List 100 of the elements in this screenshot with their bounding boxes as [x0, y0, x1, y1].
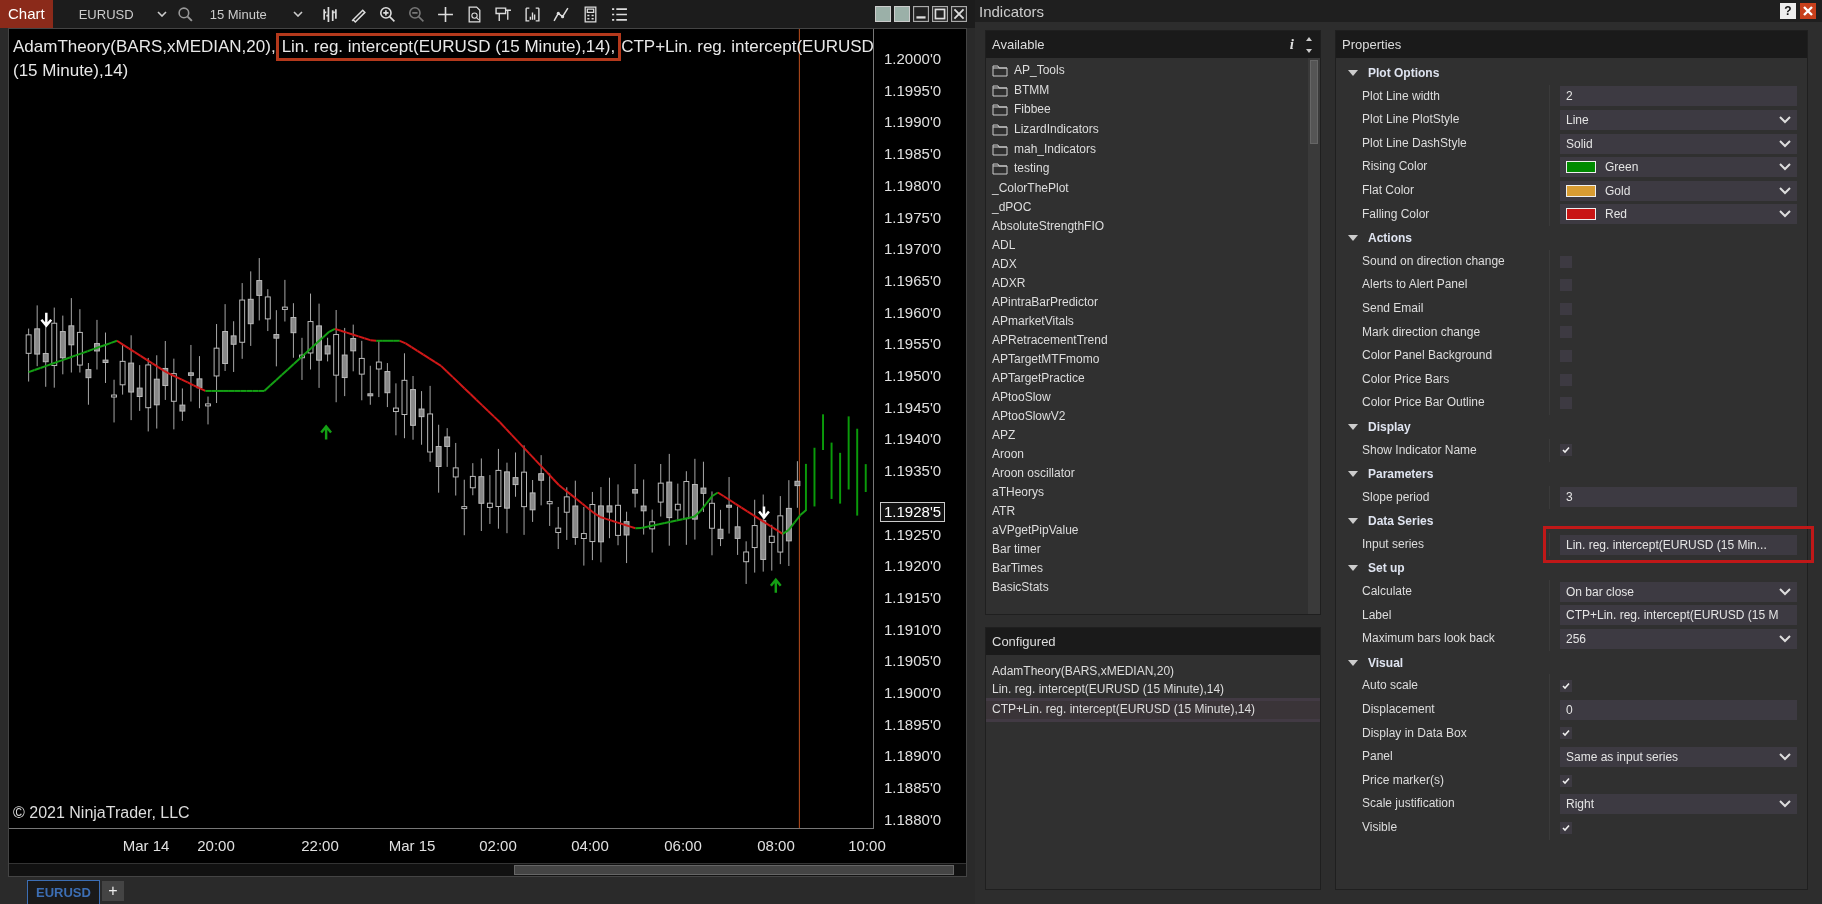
collapse-triangle-icon[interactable]: [1348, 69, 1358, 76]
scrollbar-thumb[interactable]: [1310, 60, 1318, 144]
color-dropdown[interactable]: Red: [1560, 204, 1797, 225]
panel-icon[interactable]: [494, 5, 512, 23]
collapse-triangle-icon[interactable]: [1348, 659, 1358, 666]
checkbox[interactable]: [1560, 774, 1572, 787]
instrument-dropdown[interactable]: EURUSD: [72, 3, 173, 25]
price-label: 1.1880'0: [884, 810, 942, 829]
indicator-item[interactable]: APintraBarPredictor: [992, 292, 1308, 312]
up-arrow-icon: [320, 424, 333, 441]
indicator-item[interactable]: BasicStats: [992, 577, 1308, 597]
folder-item[interactable]: testing: [992, 158, 1308, 179]
dropdown[interactable]: Line: [1560, 110, 1797, 130]
collapse-triangle-icon[interactable]: [1348, 423, 1358, 430]
collapse-triangle-icon[interactable]: [1348, 565, 1358, 572]
list-icon[interactable]: [610, 5, 628, 23]
horizontal-scrollbar[interactable]: [9, 863, 966, 876]
zoom-in-icon[interactable]: [378, 5, 396, 23]
collapse-triangle-icon[interactable]: [1348, 470, 1358, 477]
zoom-out-icon[interactable]: [407, 5, 425, 23]
configured-item[interactable]: AdamTheory(BARS,xMEDIAN,20): [986, 663, 1320, 681]
bar-chart-icon[interactable]: [320, 5, 338, 23]
price-label: 1.1915'0: [884, 588, 942, 607]
dropdown[interactable]: 256: [1560, 629, 1797, 650]
input-field[interactable]: CTP+Lin. reg. intercept(EURUSD (15 M: [1560, 605, 1797, 626]
property-label: Flat Color: [1336, 178, 1550, 203]
maximize-icon[interactable]: [932, 6, 948, 22]
interval-dropdown[interactable]: 15 Minute: [203, 3, 309, 25]
property-label: Calculate: [1336, 580, 1550, 604]
caret-icon: [156, 11, 167, 17]
folder-item[interactable]: Fibbee: [992, 100, 1308, 120]
checkbox[interactable]: [1560, 680, 1572, 693]
search-icon[interactable]: [176, 5, 194, 23]
indicator-item[interactable]: APmarketVitals: [992, 311, 1308, 331]
indicator-item[interactable]: APtooSlowV2: [992, 406, 1308, 426]
indicator-item[interactable]: ADXR: [992, 273, 1308, 293]
info-icon[interactable]: i: [1289, 36, 1294, 53]
property-label: Visible: [1336, 816, 1550, 840]
indicator-item[interactable]: aVPgetPipValue: [992, 520, 1308, 540]
indicator-icon[interactable]: [523, 5, 541, 23]
chevron-icon: [1779, 587, 1791, 596]
scrollbar-thumb[interactable]: [514, 865, 954, 875]
folder-item[interactable]: AP_Tools: [992, 61, 1308, 81]
vertical-scrollbar[interactable]: [1308, 58, 1320, 614]
indicator-item[interactable]: APTargetPractice: [992, 368, 1308, 388]
folder-item[interactable]: LizardIndicators: [992, 119, 1308, 140]
tile-button[interactable]: [894, 6, 910, 22]
close-icon[interactable]: [951, 6, 967, 22]
folder-item[interactable]: BTMM: [992, 80, 1308, 101]
color-dropdown[interactable]: Green: [1560, 157, 1797, 178]
checkbox[interactable]: [1560, 444, 1572, 457]
indicator-item[interactable]: Bar timer: [992, 539, 1308, 559]
indicator-item[interactable]: ATR: [992, 501, 1308, 521]
price-label: 1.1940'0: [884, 430, 942, 449]
property-label: Color Price Bars: [1336, 367, 1550, 392]
dropdown[interactable]: Solid: [1560, 133, 1797, 154]
input-field[interactable]: 0: [1560, 699, 1797, 720]
property-label: Panel: [1336, 745, 1550, 769]
indicator-item[interactable]: ADL: [992, 235, 1308, 255]
line-chart-icon[interactable]: [552, 5, 570, 23]
indicator-item[interactable]: APTargetMTFmomo: [992, 349, 1308, 369]
add-tab-button[interactable]: +: [101, 880, 124, 901]
price-label: 1.2000'0: [884, 50, 942, 68]
input-field[interactable]: 3: [1560, 487, 1797, 508]
indicator-item[interactable]: aTHeorys: [992, 482, 1308, 502]
indicator-item[interactable]: APRetracementTrend: [992, 330, 1308, 350]
up-arrow-icon: [769, 577, 782, 594]
indicator-item[interactable]: APtooSlow: [992, 387, 1308, 407]
indicator-item[interactable]: Aroon: [992, 444, 1308, 464]
chevron-icon: [1779, 163, 1791, 172]
indicator-item[interactable]: APZ: [992, 425, 1308, 445]
minimize-icon[interactable]: [913, 6, 929, 22]
indicator-item[interactable]: Aroon oscillator: [992, 463, 1308, 483]
checkbox[interactable]: [1560, 727, 1572, 740]
checkbox[interactable]: [1560, 821, 1572, 834]
indicator-item[interactable]: AbsoluteStrengthFIO: [992, 216, 1308, 236]
indicator-item[interactable]: BarTimes: [992, 558, 1308, 578]
property-label: Maximum bars look back: [1336, 627, 1550, 651]
help-button[interactable]: ?: [1780, 3, 1796, 19]
input-field[interactable]: Lin. reg. intercept(EURUSD (15 Min...: [1560, 534, 1797, 555]
collapse-triangle-icon[interactable]: [1348, 518, 1358, 525]
indicator-item[interactable]: _dPOC: [992, 197, 1308, 217]
time-label: Mar 15: [388, 837, 436, 854]
color-dropdown[interactable]: Gold: [1560, 180, 1797, 201]
crosshair-icon[interactable]: [436, 5, 454, 23]
time-label: 08:00: [757, 837, 795, 854]
folder-icon: [992, 142, 1008, 156]
collapse-triangle-icon[interactable]: [1348, 234, 1358, 241]
input-field[interactable]: 2: [1560, 86, 1797, 107]
configured-item[interactable]: Lin. reg. intercept(EURUSD (15 Minute),14): [986, 680, 1320, 698]
indicator-item[interactable]: ADX: [992, 254, 1308, 274]
dropdown[interactable]: Same as input series: [1560, 747, 1797, 767]
configured-item[interactable]: CTP+Lin. reg. intercept(EURUSD (15 Minute),14): [986, 698, 1320, 722]
dropdown[interactable]: On bar close: [1560, 581, 1797, 602]
price-label: 1.1950'0: [884, 367, 942, 385]
dropdown[interactable]: Right: [1560, 794, 1797, 815]
indicator-item[interactable]: _ColorThePlot: [992, 178, 1308, 198]
panel-title: Properties: [1342, 37, 1403, 52]
folder-item[interactable]: mah_Indicators: [992, 139, 1308, 159]
tile-button[interactable]: [875, 6, 891, 22]
